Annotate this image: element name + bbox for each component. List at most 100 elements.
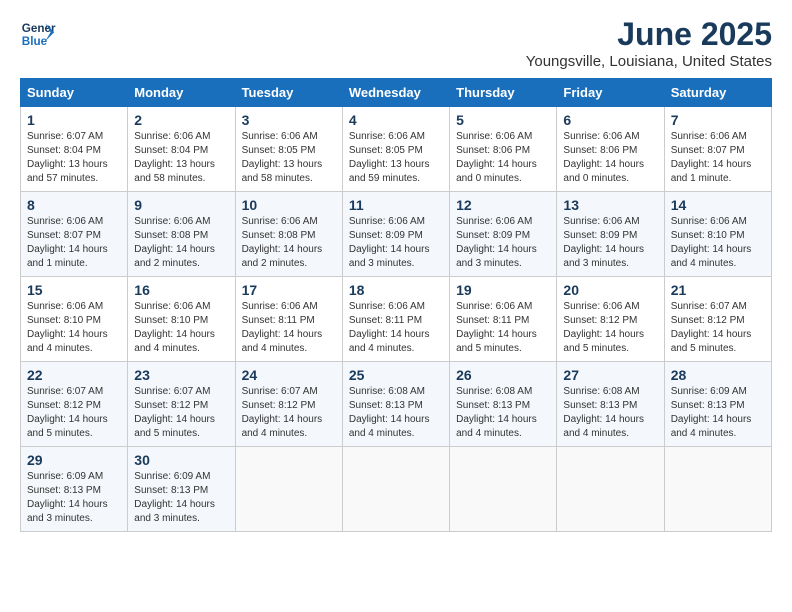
day-number: 3 <box>242 112 336 128</box>
calendar-cell: 15 Sunrise: 6:06 AM Sunset: 8:10 PM Dayli… <box>21 277 128 362</box>
day-info: Sunrise: 6:08 AM Sunset: 8:13 PM Dayligh… <box>456 385 550 441</box>
day-number: 25 <box>349 367 443 383</box>
calendar-cell: 11 Sunrise: 6:06 AM Sunset: 8:09 PM Dayli… <box>342 192 449 277</box>
day-info: Sunrise: 6:07 AM Sunset: 8:12 PM Dayligh… <box>242 385 336 441</box>
day-number: 12 <box>456 197 550 213</box>
calendar-cell: 24 Sunrise: 6:07 AM Sunset: 8:12 PM Dayli… <box>235 362 342 447</box>
calendar-cell: 26 Sunrise: 6:08 AM Sunset: 8:13 PM Dayli… <box>450 362 557 447</box>
calendar-cell: 29 Sunrise: 6:09 AM Sunset: 8:13 PM Dayli… <box>21 447 128 532</box>
day-number: 21 <box>671 282 765 298</box>
day-info: Sunrise: 6:06 AM Sunset: 8:07 PM Dayligh… <box>671 130 765 186</box>
calendar-cell: 28 Sunrise: 6:09 AM Sunset: 8:13 PM Dayli… <box>664 362 771 447</box>
day-number: 6 <box>563 112 657 128</box>
day-number: 28 <box>671 367 765 383</box>
weekday-header-friday: Friday <box>557 79 664 107</box>
day-number: 14 <box>671 197 765 213</box>
day-info: Sunrise: 6:07 AM Sunset: 8:12 PM Dayligh… <box>27 385 121 441</box>
day-info: Sunrise: 6:06 AM Sunset: 8:09 PM Dayligh… <box>349 215 443 271</box>
calendar-cell: 8Sunrise: 6:06 AM Sunset: 8:07 PM Daylig… <box>21 192 128 277</box>
calendar-cell: 5Sunrise: 6:06 AM Sunset: 8:06 PM Daylig… <box>450 107 557 192</box>
calendar-cell: 3 Sunrise: 6:06 AM Sunset: 8:05 PM Daylig… <box>235 107 342 192</box>
day-number: 24 <box>242 367 336 383</box>
day-info: Sunrise: 6:09 AM Sunset: 8:13 PM Dayligh… <box>671 385 765 441</box>
day-number: 20 <box>563 282 657 298</box>
day-number: 5 <box>456 112 550 128</box>
day-info: Sunrise: 6:06 AM Sunset: 8:07 PM Dayligh… <box>27 215 121 271</box>
day-info: Sunrise: 6:06 AM Sunset: 8:11 PM Dayligh… <box>242 300 336 356</box>
day-info: Sunrise: 6:07 AM Sunset: 8:12 PM Dayligh… <box>134 385 228 441</box>
day-info: Sunrise: 6:06 AM Sunset: 8:05 PM Dayligh… <box>349 130 443 186</box>
day-number: 16 <box>134 282 228 298</box>
day-info: Sunrise: 6:06 AM Sunset: 8:09 PM Dayligh… <box>456 215 550 271</box>
calendar-cell: 21 Sunrise: 6:07 AM Sunset: 8:12 PM Dayli… <box>664 277 771 362</box>
day-info: Sunrise: 6:06 AM Sunset: 8:08 PM Dayligh… <box>242 215 336 271</box>
day-number: 15 <box>27 282 121 298</box>
day-info: Sunrise: 6:06 AM Sunset: 8:10 PM Dayligh… <box>671 215 765 271</box>
day-number: 26 <box>456 367 550 383</box>
day-number: 23 <box>134 367 228 383</box>
day-number: 1 <box>27 112 121 128</box>
day-info: Sunrise: 6:06 AM Sunset: 8:08 PM Dayligh… <box>134 215 228 271</box>
calendar-cell: 1Sunrise: 6:07 AM Sunset: 8:04 PM Daylig… <box>21 107 128 192</box>
day-info: Sunrise: 6:08 AM Sunset: 8:13 PM Dayligh… <box>563 385 657 441</box>
day-info: Sunrise: 6:06 AM Sunset: 8:04 PM Dayligh… <box>134 130 228 186</box>
calendar-cell: 19 Sunrise: 6:06 AM Sunset: 8:11 PM Dayli… <box>450 277 557 362</box>
day-info: Sunrise: 6:06 AM Sunset: 8:06 PM Dayligh… <box>563 130 657 186</box>
calendar-cell: 10 Sunrise: 6:06 AM Sunset: 8:08 PM Dayli… <box>235 192 342 277</box>
day-number: 30 <box>134 452 228 468</box>
day-number: 27 <box>563 367 657 383</box>
day-info: Sunrise: 6:06 AM Sunset: 8:05 PM Dayligh… <box>242 130 336 186</box>
day-number: 19 <box>456 282 550 298</box>
day-info: Sunrise: 6:08 AM Sunset: 8:13 PM Dayligh… <box>349 385 443 441</box>
day-info: Sunrise: 6:06 AM Sunset: 8:11 PM Dayligh… <box>349 300 443 356</box>
day-number: 22 <box>27 367 121 383</box>
calendar-cell <box>450 447 557 532</box>
day-info: Sunrise: 6:06 AM Sunset: 8:12 PM Dayligh… <box>563 300 657 356</box>
weekday-header-wednesday: Wednesday <box>342 79 449 107</box>
calendar-cell: 23 Sunrise: 6:07 AM Sunset: 8:12 PM Dayli… <box>128 362 235 447</box>
day-number: 18 <box>349 282 443 298</box>
calendar-cell <box>557 447 664 532</box>
day-number: 10 <box>242 197 336 213</box>
calendar-cell: 17Sunrise: 6:06 AM Sunset: 8:11 PM Dayli… <box>235 277 342 362</box>
day-number: 9 <box>134 197 228 213</box>
day-info: Sunrise: 6:06 AM Sunset: 8:10 PM Dayligh… <box>27 300 121 356</box>
weekday-header-saturday: Saturday <box>664 79 771 107</box>
calendar-cell: 25 Sunrise: 6:08 AM Sunset: 8:13 PM Dayli… <box>342 362 449 447</box>
day-info: Sunrise: 6:07 AM Sunset: 8:12 PM Dayligh… <box>671 300 765 356</box>
svg-text:Blue: Blue <box>22 35 48 48</box>
weekday-header-tuesday: Tuesday <box>235 79 342 107</box>
calendar-cell: 7 Sunrise: 6:06 AM Sunset: 8:07 PM Daylig… <box>664 107 771 192</box>
month-title: June 2025 <box>526 16 772 53</box>
calendar-cell: 14 Sunrise: 6:06 AM Sunset: 8:10 PM Dayli… <box>664 192 771 277</box>
day-number: 4 <box>349 112 443 128</box>
calendar-cell: 16Sunrise: 6:06 AM Sunset: 8:10 PM Dayli… <box>128 277 235 362</box>
day-number: 2 <box>134 112 228 128</box>
calendar-cell: 2 Sunrise: 6:06 AM Sunset: 8:04 PM Daylig… <box>128 107 235 192</box>
day-number: 13 <box>563 197 657 213</box>
day-info: Sunrise: 6:06 AM Sunset: 8:09 PM Dayligh… <box>563 215 657 271</box>
day-info: Sunrise: 6:06 AM Sunset: 8:11 PM Dayligh… <box>456 300 550 356</box>
calendar-cell: 12 Sunrise: 6:06 AM Sunset: 8:09 PM Dayli… <box>450 192 557 277</box>
weekday-header-monday: Monday <box>128 79 235 107</box>
weekday-header-sunday: Sunday <box>21 79 128 107</box>
calendar-cell: 27 Sunrise: 6:08 AM Sunset: 8:13 PM Dayli… <box>557 362 664 447</box>
calendar-cell <box>342 447 449 532</box>
calendar-cell: 20 Sunrise: 6:06 AM Sunset: 8:12 PM Dayli… <box>557 277 664 362</box>
day-number: 7 <box>671 112 765 128</box>
day-info: Sunrise: 6:09 AM Sunset: 8:13 PM Dayligh… <box>27 470 121 526</box>
day-number: 29 <box>27 452 121 468</box>
calendar-cell: 22 Sunrise: 6:07 AM Sunset: 8:12 PM Dayli… <box>21 362 128 447</box>
calendar-cell: 6 Sunrise: 6:06 AM Sunset: 8:06 PM Daylig… <box>557 107 664 192</box>
calendar-cell: 4 Sunrise: 6:06 AM Sunset: 8:05 PM Daylig… <box>342 107 449 192</box>
title-block: June 2025 Youngsville, Louisiana, United… <box>526 16 772 70</box>
calendar-header-row: SundayMondayTuesdayWednesdayThursdayFrid… <box>21 79 772 107</box>
calendar-table: SundayMondayTuesdayWednesdayThursdayFrid… <box>20 78 772 532</box>
day-number: 11 <box>349 197 443 213</box>
day-info: Sunrise: 6:09 AM Sunset: 8:13 PM Dayligh… <box>134 470 228 526</box>
calendar-cell: 9 Sunrise: 6:06 AM Sunset: 8:08 PM Daylig… <box>128 192 235 277</box>
logo: General Blue <box>20 16 56 52</box>
calendar-cell: 18 Sunrise: 6:06 AM Sunset: 8:11 PM Dayli… <box>342 277 449 362</box>
weekday-header-thursday: Thursday <box>450 79 557 107</box>
page-header: General Blue June 2025 Youngsville, Loui… <box>20 16 772 70</box>
